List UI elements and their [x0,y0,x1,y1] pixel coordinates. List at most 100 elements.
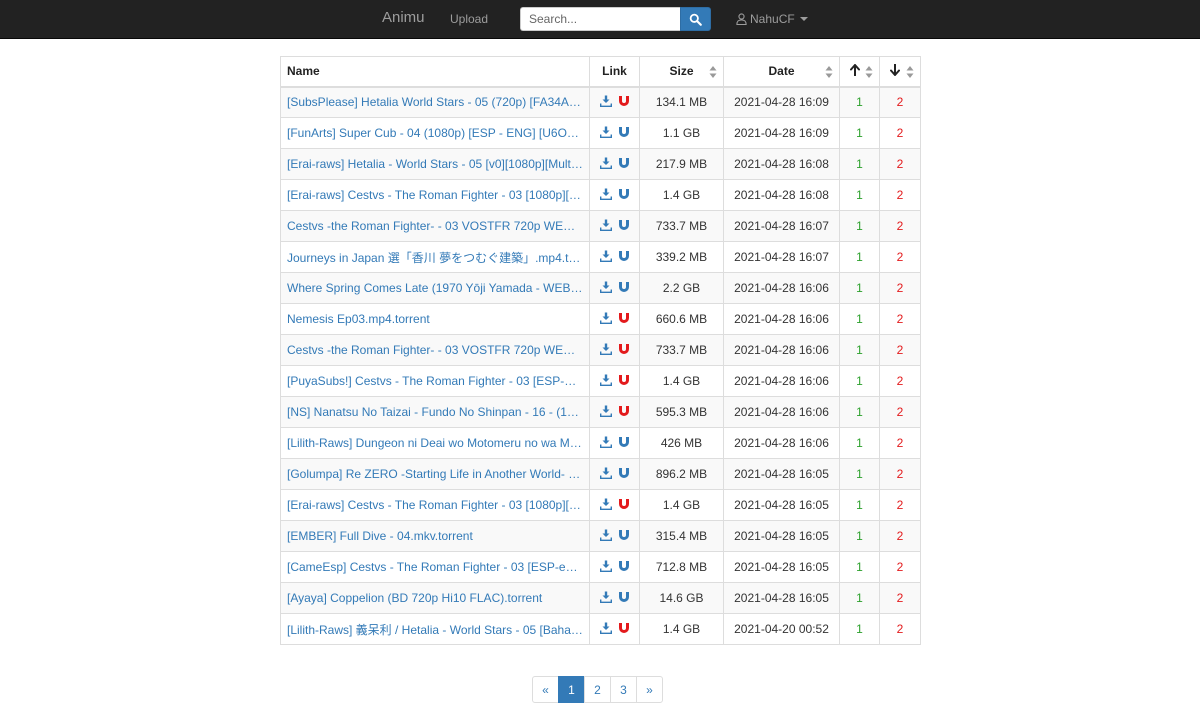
search-button[interactable] [680,7,711,31]
magnet-button[interactable] [618,95,630,110]
column-header-size[interactable]: Size [639,56,724,88]
download-icon [599,622,612,635]
page-next-button[interactable]: » [636,676,663,703]
magnet-button[interactable] [618,157,630,172]
download-button[interactable] [599,188,612,203]
page-button-3[interactable]: 3 [610,676,637,703]
torrent-name-link[interactable]: Cestvs -the Roman Fighter- - 03 VOSTFR 7… [287,219,583,233]
download-icon [599,498,612,511]
column-header-leechers[interactable] [879,56,921,88]
magnet-icon [618,219,629,230]
torrent-seeders: 1 [839,396,880,428]
torrent-name-link[interactable]: [CameEsp] Cestvs - The Roman Fighter - 0… [287,560,583,574]
torrent-name-link[interactable]: [FunArts] Super Cub - 04 (1080p) [ESP - … [287,126,583,140]
download-button[interactable] [599,529,612,544]
magnet-button[interactable] [618,281,630,296]
torrent-name-cell: [Lilith-Raws] Dungeon ni Deai wo Motomer… [280,427,590,459]
torrent-leechers: 2 [879,458,921,490]
torrent-name-link[interactable]: Cestvs -the Roman Fighter- - 03 VOSTFR 7… [287,343,583,357]
download-button[interactable] [599,467,612,482]
search-input[interactable] [520,7,680,31]
download-button[interactable] [599,312,612,327]
user-menu-dropdown[interactable]: NahuCF [736,12,808,26]
magnet-button[interactable] [618,126,630,141]
page-button-2[interactable]: 2 [584,676,611,703]
download-button[interactable] [599,560,612,575]
magnet-button[interactable] [618,188,630,203]
torrent-name-link[interactable]: [Ayaya] Coppelion (BD 720p Hi10 FLAC).to… [287,591,583,605]
download-button[interactable] [599,405,612,420]
magnet-button[interactable] [618,622,630,637]
magnet-button[interactable] [618,343,630,358]
magnet-button[interactable] [618,591,630,606]
column-header-date[interactable]: Date [723,56,840,88]
torrent-name-link[interactable]: [Lilith-Raws] Dungeon ni Deai wo Motomer… [287,436,583,450]
torrent-date: 2021-04-28 16:09 [723,86,840,118]
torrent-link-cell [589,582,640,614]
magnet-button[interactable] [618,374,630,389]
download-button[interactable] [599,95,612,110]
download-button[interactable] [599,436,612,451]
torrent-name-link[interactable]: Nemesis Ep03.mp4.torrent [287,312,583,326]
nav-upload-link[interactable]: Upload [450,12,488,26]
download-button[interactable] [599,219,612,234]
torrent-name-cell: Journeys in Japan 選「香川 夢をつむぐ建築」.mp4.torr… [280,241,590,273]
magnet-button[interactable] [618,312,630,327]
download-button[interactable] [599,281,612,296]
torrent-name-link[interactable]: Journeys in Japan 選「香川 夢をつむぐ建築」.mp4.torr… [287,249,583,266]
sort-icon [825,66,833,78]
torrent-name-link[interactable]: [Erai-raws] Cestvs - The Roman Fighter -… [287,188,583,202]
magnet-button[interactable] [618,467,630,482]
torrent-date: 2021-04-28 16:05 [723,458,840,490]
brand-link[interactable]: Animu [382,9,425,26]
torrent-name-link[interactable]: [Golumpa] Re ZERO -Starting Life in Anot… [287,467,583,481]
magnet-button[interactable] [618,250,630,265]
page-button-1[interactable]: 1 [558,676,585,703]
torrent-name-link[interactable]: [NS] Nanatsu No Taizai - Fundo No Shinpa… [287,405,583,419]
magnet-button[interactable] [618,498,630,513]
table-row: [Ayaya] Coppelion (BD 720p Hi10 FLAC).to… [280,582,921,614]
download-icon [599,312,612,325]
magnet-icon [618,622,629,633]
column-header-name[interactable]: Name [280,56,590,88]
torrent-size: 1.4 GB [639,179,724,211]
torrent-name-link[interactable]: [Lilith-Raws] 義呆利 / Hetalia - World Star… [287,621,583,638]
magnet-icon [618,188,629,199]
user-name: NahuCF [750,12,795,26]
torrent-name-link[interactable]: [PuyaSubs!] Cestvs - The Roman Fighter -… [287,374,583,388]
torrent-name-cell: [NS] Nanatsu No Taizai - Fundo No Shinpa… [280,396,590,428]
download-button[interactable] [599,250,612,265]
download-button[interactable] [599,591,612,606]
table-row: Nemesis Ep03.mp4.torrent 660.6 MB 2021-04-… [280,303,921,335]
magnet-icon [618,498,629,509]
magnet-button[interactable] [618,405,630,420]
torrent-size: 134.1 MB [639,86,724,118]
magnet-button[interactable] [618,560,630,575]
torrent-leechers: 2 [879,334,921,366]
download-button[interactable] [599,126,612,141]
download-button[interactable] [599,622,612,637]
torrent-name-link[interactable]: [Erai-raws] Hetalia - World Stars - 05 [… [287,157,583,171]
download-icon [599,157,612,170]
torrent-link-cell [589,272,640,304]
magnet-button[interactable] [618,529,630,544]
torrent-date: 2021-04-28 16:06 [723,365,840,397]
torrent-name-link[interactable]: [Erai-raws] Cestvs - The Roman Fighter -… [287,498,583,512]
torrent-name-link[interactable]: Where Spring Comes Late (1970 Yōji Yamad… [287,281,583,295]
torrent-name-cell: Cestvs -the Roman Fighter- - 03 VOSTFR 7… [280,334,590,366]
torrent-name-link[interactable]: [SubsPlease] Hetalia World Stars - 05 (7… [287,95,583,109]
download-button[interactable] [599,374,612,389]
download-button[interactable] [599,343,612,358]
torrent-leechers: 2 [879,582,921,614]
download-button[interactable] [599,498,612,513]
torrent-seeders: 1 [839,179,880,211]
sort-icon [709,66,717,78]
column-header-seeders[interactable] [839,56,880,88]
magnet-icon [618,250,629,261]
magnet-button[interactable] [618,219,630,234]
magnet-button[interactable] [618,436,630,451]
torrent-name-link[interactable]: [EMBER] Full Dive - 04.mkv.torrent [287,529,583,543]
table-row: [FunArts] Super Cub - 04 (1080p) [ESP - … [280,117,921,149]
download-button[interactable] [599,157,612,172]
page-prev-button[interactable]: « [532,676,559,703]
